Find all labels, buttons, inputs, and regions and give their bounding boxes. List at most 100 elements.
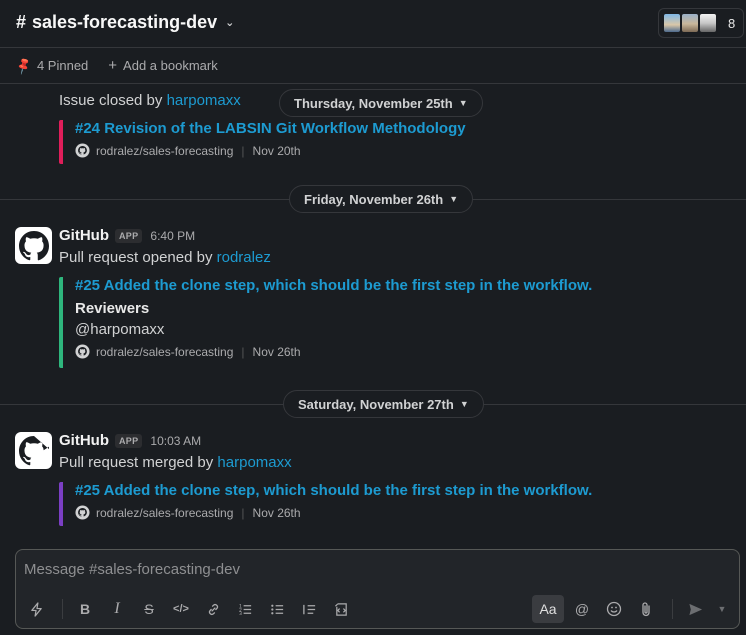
- member-avatar: [698, 12, 718, 34]
- repo-name: rodralez/sales-forecasting: [96, 505, 234, 520]
- date-pill[interactable]: Friday, November 26th ▼: [289, 185, 474, 213]
- date-label: Saturday, November 27th: [298, 396, 454, 412]
- bold-button[interactable]: B: [71, 595, 99, 623]
- message-timestamp[interactable]: 6:40 PM: [150, 229, 195, 243]
- attachment-title-link[interactable]: #25 Added the clone step, which should b…: [75, 277, 679, 294]
- user-link[interactable]: harpomaxx: [217, 454, 291, 471]
- bookmarks-bar: 📌 4 Pinned + Add a bookmark: [0, 48, 746, 84]
- attachment-field-title: Reviewers: [75, 300, 150, 317]
- attachment-footer: rodralez/sales-forecasting | Nov 20th: [75, 143, 679, 158]
- ordered-list-button[interactable]: 123: [231, 595, 259, 623]
- chevron-down-icon: ▼: [717, 604, 727, 614]
- github-icon: [18, 230, 49, 260]
- user-link[interactable]: rodralez: [217, 249, 271, 266]
- attachment-footer: rodralez/sales-forecasting | Nov 26th: [75, 505, 679, 520]
- ordered-list-icon: 123: [238, 603, 251, 617]
- formatting-toggle-button[interactable]: Aa: [532, 595, 564, 623]
- chevron-down-icon: ▼: [459, 399, 469, 409]
- message-text-prefix: Pull request merged by: [59, 454, 218, 471]
- mention-button[interactable]: @: [568, 595, 596, 623]
- github-avatar[interactable]: [15, 227, 52, 264]
- attachment: #25 Added the clone step, which should b…: [59, 482, 679, 526]
- emoji-button[interactable]: [600, 595, 628, 623]
- message-text-prefix: Pull request opened by: [59, 249, 217, 266]
- message-timestamp[interactable]: 10:03 AM: [150, 434, 201, 448]
- send-button[interactable]: [681, 595, 709, 623]
- app-badge: APP: [115, 228, 143, 243]
- plus-icon: +: [108, 57, 118, 74]
- send-options-button[interactable]: ▼: [713, 595, 731, 623]
- composer-toolbar: B I S </> 123 Aa @ ▼: [16, 590, 741, 628]
- attachment: #25 Added the clone step, which should b…: [59, 277, 679, 368]
- pin-icon: 📌: [13, 55, 34, 76]
- message-text-prefix: Issue closed by: [59, 92, 167, 109]
- chevron-down-icon: ▼: [449, 194, 459, 204]
- blockquote-icon: [302, 604, 315, 614]
- bulleted-list-icon: [270, 604, 283, 614]
- message-header: GitHub APP 10:03 AM: [59, 432, 201, 449]
- member-count: 8: [728, 15, 736, 31]
- message-text: Pull request opened by rodralez: [59, 249, 271, 266]
- repo-name: rodralez/sales-forecasting: [96, 344, 234, 359]
- message-composer: B I S </> 123 Aa @: [15, 549, 740, 629]
- italic-button[interactable]: I: [103, 595, 131, 623]
- date-pill[interactable]: Saturday, November 27th ▼: [283, 390, 484, 418]
- date-label: Friday, November 26th: [304, 191, 444, 207]
- channel-hash: #: [16, 12, 27, 32]
- svg-text:3: 3: [238, 611, 241, 617]
- strikethrough-icon: S: [144, 601, 154, 617]
- footer-separator: |: [241, 344, 245, 359]
- code-icon: </>: [173, 603, 189, 615]
- github-icon: [75, 143, 90, 158]
- date-pill[interactable]: Thursday, November 25th ▼: [279, 89, 483, 117]
- shortcuts-button[interactable]: [22, 595, 50, 623]
- link-icon: [208, 603, 218, 615]
- message-input[interactable]: [24, 558, 724, 580]
- attachment-field-value: @harpomaxx: [75, 321, 165, 338]
- attachment-title-link[interactable]: #25 Added the clone step, which should b…: [75, 482, 679, 499]
- channel-name: sales-forecasting-dev: [32, 12, 218, 32]
- message-text: Pull request merged by harpomaxx: [59, 454, 292, 471]
- link-button[interactable]: [199, 595, 227, 623]
- attachment-date: Nov 26th: [252, 505, 301, 520]
- member-avatar: [662, 12, 682, 34]
- italic-icon: I: [114, 600, 120, 617]
- members-button[interactable]: 8: [658, 8, 744, 38]
- bold-icon: B: [79, 601, 91, 617]
- strikethrough-button[interactable]: S: [135, 595, 163, 623]
- message-header: GitHub APP 6:40 PM: [59, 227, 195, 244]
- channel-header: # sales-forecasting-dev ⌄ 8: [0, 0, 746, 48]
- attach-button[interactable]: [632, 595, 660, 623]
- github-icon: [75, 344, 90, 359]
- attachment-title-link[interactable]: #24 Revision of the LABSIN Git Workflow …: [75, 120, 679, 137]
- author-name[interactable]: GitHub: [59, 432, 109, 449]
- app-badge: APP: [115, 433, 143, 448]
- attachment-date: Nov 20th: [252, 143, 301, 158]
- paperclip-icon: [642, 602, 650, 617]
- add-bookmark-button[interactable]: + Add a bookmark: [108, 57, 217, 74]
- channel-title[interactable]: # sales-forecasting-dev ⌄: [16, 12, 234, 33]
- author-name[interactable]: GitHub: [59, 227, 109, 244]
- bulleted-list-button[interactable]: [263, 595, 291, 623]
- attachment-footer: rodralez/sales-forecasting | Nov 26th: [75, 344, 679, 359]
- toolbar-right: Aa @ ▼: [532, 595, 735, 623]
- toolbar-separator: [62, 599, 63, 619]
- pinned-label: 4 Pinned: [36, 58, 89, 73]
- attachment-date: Nov 26th: [252, 344, 301, 359]
- emoji-icon: [606, 601, 622, 617]
- toolbar-separator: [672, 599, 673, 619]
- user-link[interactable]: harpomaxx: [167, 92, 241, 109]
- send-icon: [688, 603, 702, 615]
- chevron-down-icon: ⌄: [225, 17, 235, 29]
- blockquote-button[interactable]: [295, 595, 323, 623]
- code-button[interactable]: </>: [167, 595, 195, 623]
- code-block-icon: [334, 602, 347, 616]
- at-icon: @: [574, 601, 590, 617]
- footer-separator: |: [241, 143, 245, 158]
- code-block-button[interactable]: [327, 595, 355, 623]
- repo-name: rodralez/sales-forecasting: [96, 143, 234, 158]
- member-avatar: [680, 12, 700, 34]
- pinned-button[interactable]: 📌 4 Pinned: [13, 55, 89, 76]
- github-avatar[interactable]: [15, 432, 52, 469]
- github-icon: [18, 435, 49, 465]
